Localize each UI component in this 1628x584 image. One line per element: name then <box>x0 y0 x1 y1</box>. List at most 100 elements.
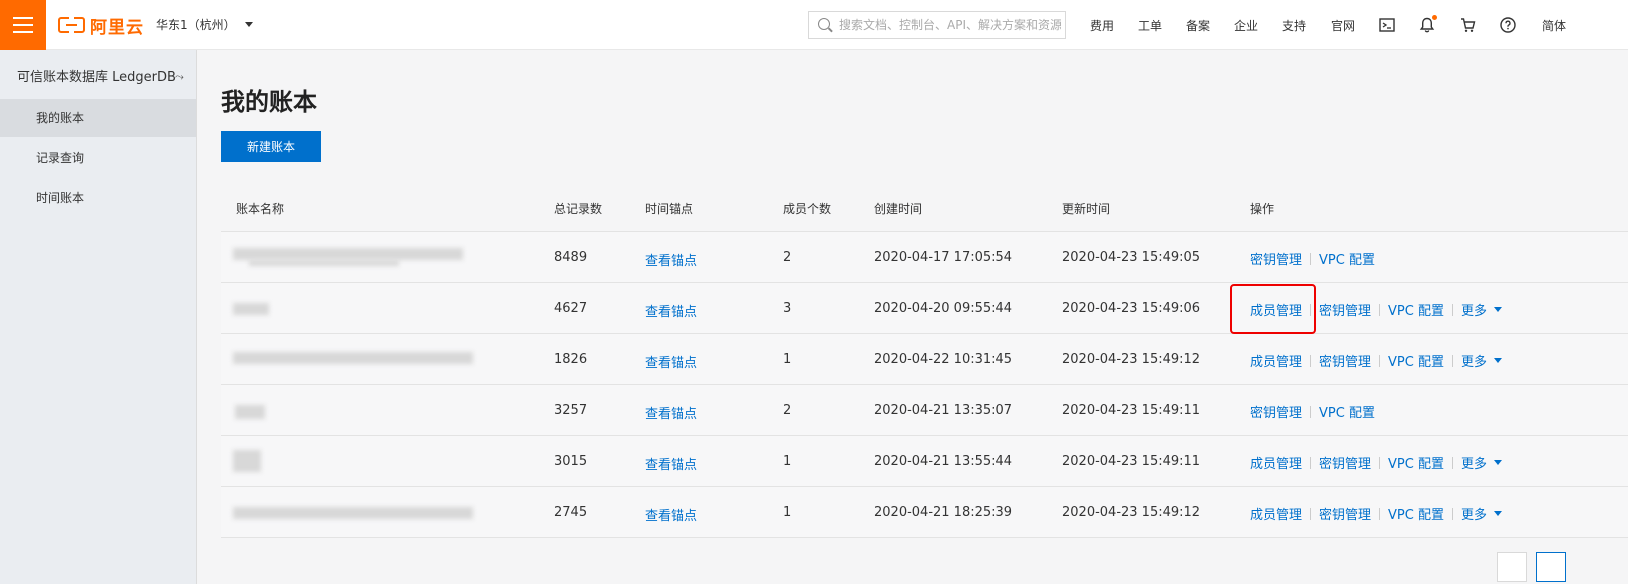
terminal-icon[interactable] <box>1378 16 1396 34</box>
view-anchor-link[interactable]: 查看锚点 <box>645 250 697 269</box>
divider <box>1451 456 1453 469</box>
vpc-config-link[interactable]: VPC 配置 <box>1388 453 1444 472</box>
divider <box>1451 303 1453 316</box>
ledger-name-redacted <box>229 436 299 486</box>
chevron-down-icon[interactable] <box>1494 358 1502 363</box>
cart-icon[interactable] <box>1459 16 1477 34</box>
updated-time: 2020-04-23 15:49:11 <box>1062 403 1201 418</box>
member-count: 1 <box>783 454 792 469</box>
global-search <box>808 11 1066 39</box>
ledger-table: 账本名称 总记录数 时间锚点 成员个数 创建时间 更新时间 操作 8489 查看… <box>221 182 1628 538</box>
table-row: 2745 查看锚点 1 2020-04-21 18:25:39 2020-04-… <box>221 487 1628 538</box>
help-icon[interactable] <box>1499 16 1517 34</box>
key-management-link[interactable]: 密钥管理 <box>1319 504 1371 523</box>
nav-support[interactable]: 支持 <box>1282 17 1306 34</box>
member-management-link[interactable]: 成员管理 <box>1250 504 1302 523</box>
sidebar-collapse-icon[interactable]: ⤳ <box>175 70 184 84</box>
column-header-members: 成员个数 <box>783 202 832 216</box>
view-anchor-link[interactable]: 查看锚点 <box>645 301 697 320</box>
sidebar: 可信账本数据库 LedgerDB ⤳ 我的账本 记录查询 时间账本 <box>0 50 197 584</box>
brand-logo[interactable]: 阿里云 <box>58 13 144 38</box>
key-management-link[interactable]: 密钥管理 <box>1319 453 1371 472</box>
table-row: 4627 查看锚点 3 2020-04-20 09:55:44 2020-04-… <box>221 283 1628 334</box>
table-header: 账本名称 总记录数 时间锚点 成员个数 创建时间 更新时间 操作 <box>221 182 1628 232</box>
sidebar-item-record-query[interactable]: 记录查询 <box>0 139 196 177</box>
view-anchor-link[interactable]: 查看锚点 <box>645 454 697 473</box>
row-actions: 密钥管理 VPC 配置 <box>1250 402 1375 421</box>
key-management-link[interactable]: 密钥管理 <box>1319 351 1371 370</box>
key-management-link[interactable]: 密钥管理 <box>1250 402 1302 421</box>
page-title: 我的账本 <box>221 88 317 116</box>
table-row: 3257 查看锚点 2 2020-04-21 13:35:07 2020-04-… <box>221 385 1628 436</box>
hamburger-menu-icon[interactable] <box>0 0 46 50</box>
pagination-prev-button[interactable] <box>1497 552 1527 582</box>
member-count: 1 <box>783 505 792 520</box>
row-actions: 成员管理 密钥管理 VPC 配置 更多 <box>1250 453 1502 472</box>
record-count: 3015 <box>554 454 588 469</box>
aliyun-logo-icon <box>58 16 85 33</box>
updated-time: 2020-04-23 15:49:12 <box>1062 505 1201 520</box>
vpc-config-link[interactable]: VPC 配置 <box>1319 402 1375 421</box>
vpc-config-link[interactable]: VPC 配置 <box>1388 504 1444 523</box>
chevron-down-icon[interactable] <box>1494 307 1502 312</box>
nav-icp[interactable]: 备案 <box>1186 17 1210 34</box>
nav-tickets[interactable]: 工单 <box>1138 17 1162 34</box>
top-bar: 阿里云 华东1（杭州） 费用 工单 备案 企业 支持 官网 简体 <box>0 0 1628 50</box>
vpc-config-link[interactable]: VPC 配置 <box>1319 249 1375 268</box>
key-management-link[interactable]: 密钥管理 <box>1250 249 1302 268</box>
more-dropdown[interactable]: 更多 <box>1461 453 1487 472</box>
vpc-config-link[interactable]: VPC 配置 <box>1388 351 1444 370</box>
created-time: 2020-04-21 13:35:07 <box>874 403 1013 418</box>
divider <box>1451 354 1453 367</box>
created-time: 2020-04-17 17:05:54 <box>874 250 1013 265</box>
column-header-updated: 更新时间 <box>1062 202 1111 216</box>
table-row: 8489 查看锚点 2 2020-04-17 17:05:54 2020-04-… <box>221 232 1628 283</box>
sidebar-item-my-ledgers[interactable]: 我的账本 <box>0 99 196 137</box>
sidebar-item-time-ledger[interactable]: 时间账本 <box>0 179 196 217</box>
record-count: 2745 <box>554 505 588 520</box>
view-anchor-link[interactable]: 查看锚点 <box>645 352 697 371</box>
record-count: 4627 <box>554 301 588 316</box>
column-header-actions: 操作 <box>1250 202 1275 216</box>
member-count: 2 <box>783 403 792 418</box>
language-switch[interactable]: 简体 <box>1542 17 1566 34</box>
created-time: 2020-04-21 18:25:39 <box>874 505 1013 520</box>
member-management-link[interactable]: 成员管理 <box>1250 351 1302 370</box>
view-anchor-link[interactable]: 查看锚点 <box>645 505 697 524</box>
row-actions: 成员管理 密钥管理 VPC 配置 更多 <box>1250 351 1502 370</box>
divider <box>1379 456 1381 469</box>
updated-time: 2020-04-23 15:49:11 <box>1062 454 1201 469</box>
created-time: 2020-04-22 10:31:45 <box>874 352 1013 367</box>
region-selector[interactable]: 华东1（杭州） <box>156 16 253 33</box>
key-management-link[interactable]: 密钥管理 <box>1319 300 1371 319</box>
divider <box>1310 405 1312 418</box>
vpc-config-link[interactable]: VPC 配置 <box>1388 300 1444 319</box>
record-count: 3257 <box>554 403 588 418</box>
table-row: 1826 查看锚点 1 2020-04-22 10:31:45 2020-04-… <box>221 334 1628 385</box>
row-actions: 成员管理 密钥管理 VPC 配置 更多 <box>1250 504 1502 523</box>
column-header-anchor: 时间锚点 <box>645 202 694 216</box>
search-icon[interactable] <box>818 18 830 30</box>
nav-billing[interactable]: 费用 <box>1090 17 1114 34</box>
more-dropdown[interactable]: 更多 <box>1461 504 1487 523</box>
created-time: 2020-04-21 13:55:44 <box>874 454 1013 469</box>
member-management-link[interactable]: 成员管理 <box>1250 453 1302 472</box>
member-count: 1 <box>783 352 792 367</box>
ledger-name-redacted <box>229 283 279 333</box>
pagination-page-button[interactable] <box>1536 552 1566 582</box>
member-count: 3 <box>783 301 792 316</box>
column-header-created: 创建时间 <box>874 202 923 216</box>
more-dropdown[interactable]: 更多 <box>1461 300 1487 319</box>
more-dropdown[interactable]: 更多 <box>1461 351 1487 370</box>
create-ledger-button[interactable]: 新建账本 <box>221 131 321 162</box>
nav-enterprise[interactable]: 企业 <box>1234 17 1258 34</box>
bell-icon[interactable] <box>1418 15 1437 34</box>
nav-official-site[interactable]: 官网 <box>1331 17 1355 34</box>
updated-time: 2020-04-23 15:49:12 <box>1062 352 1201 367</box>
chevron-down-icon[interactable] <box>1494 460 1502 465</box>
record-count: 8489 <box>554 250 588 265</box>
view-anchor-link[interactable]: 查看锚点 <box>645 403 697 422</box>
chevron-down-icon[interactable] <box>1494 511 1502 516</box>
notification-dot <box>1432 15 1437 20</box>
search-input[interactable] <box>839 12 1061 38</box>
